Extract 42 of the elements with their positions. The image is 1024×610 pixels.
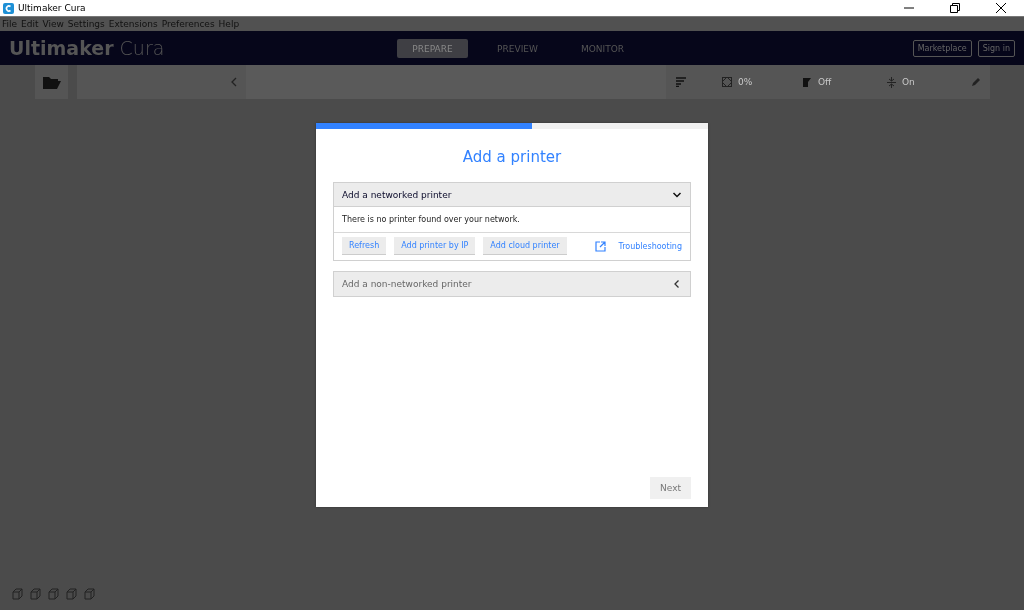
open-file-button[interactable] — [35, 65, 68, 99]
right-view-icon[interactable] — [83, 588, 95, 600]
folder-icon — [41, 74, 62, 90]
action-button[interactable]: Refresh — [342, 237, 387, 255]
pencil-icon — [972, 78, 980, 86]
stage-tab[interactable]: PREPARE — [397, 39, 468, 58]
adhesion-icon — [887, 76, 896, 88]
adhesion-value: On — [902, 77, 915, 87]
window-title: Ultimaker Cura — [18, 3, 87, 13]
stage-tab[interactable]: PREVIEW — [482, 39, 553, 58]
header-button[interactable]: Marketplace — [912, 39, 972, 57]
chevron-left-icon[interactable] — [231, 77, 237, 87]
section-header[interactable]: Add a non-networked printer — [334, 272, 690, 296]
3d-view-icon[interactable] — [11, 588, 23, 600]
troubleshooting-link[interactable]: Troubleshooting — [618, 241, 682, 251]
menu-item[interactable]: Extensions — [108, 19, 158, 29]
chevron-left-icon — [672, 279, 682, 289]
menu-item[interactable]: Preferences — [161, 19, 215, 29]
top-view-icon[interactable] — [47, 588, 59, 600]
menu-item[interactable]: View — [42, 19, 64, 29]
profile-icon — [676, 77, 686, 87]
front-view-icon[interactable] — [29, 588, 41, 600]
support-icon — [802, 76, 812, 88]
print-settings-panel[interactable]: 0% Off On — [666, 65, 990, 99]
menu-item[interactable]: Settings — [67, 19, 105, 29]
infill-icon — [722, 77, 732, 87]
action-button[interactable]: Add cloud printer — [483, 237, 567, 255]
dialog-title: Add a printer — [461, 148, 563, 166]
close-icon[interactable] — [996, 3, 1006, 13]
left-view-icon[interactable] — [65, 588, 77, 600]
infill-value: 0% — [738, 77, 753, 87]
restore-icon[interactable] — [950, 3, 960, 13]
section-header[interactable]: Add a networked printer — [334, 183, 690, 207]
external-link-icon — [595, 240, 607, 252]
status-message: There is no printer found over your network. — [334, 207, 690, 233]
header-button[interactable]: Sign in — [977, 39, 1015, 57]
action-button[interactable]: Add printer by IP — [394, 237, 476, 255]
menu-item[interactable]: File — [2, 19, 18, 29]
stage-tab[interactable]: MONITOR — [567, 39, 638, 58]
support-value: Off — [818, 77, 832, 87]
menu-item[interactable]: Edit — [21, 19, 39, 29]
app-logo: Ultimaker Cura — [9, 37, 165, 59]
